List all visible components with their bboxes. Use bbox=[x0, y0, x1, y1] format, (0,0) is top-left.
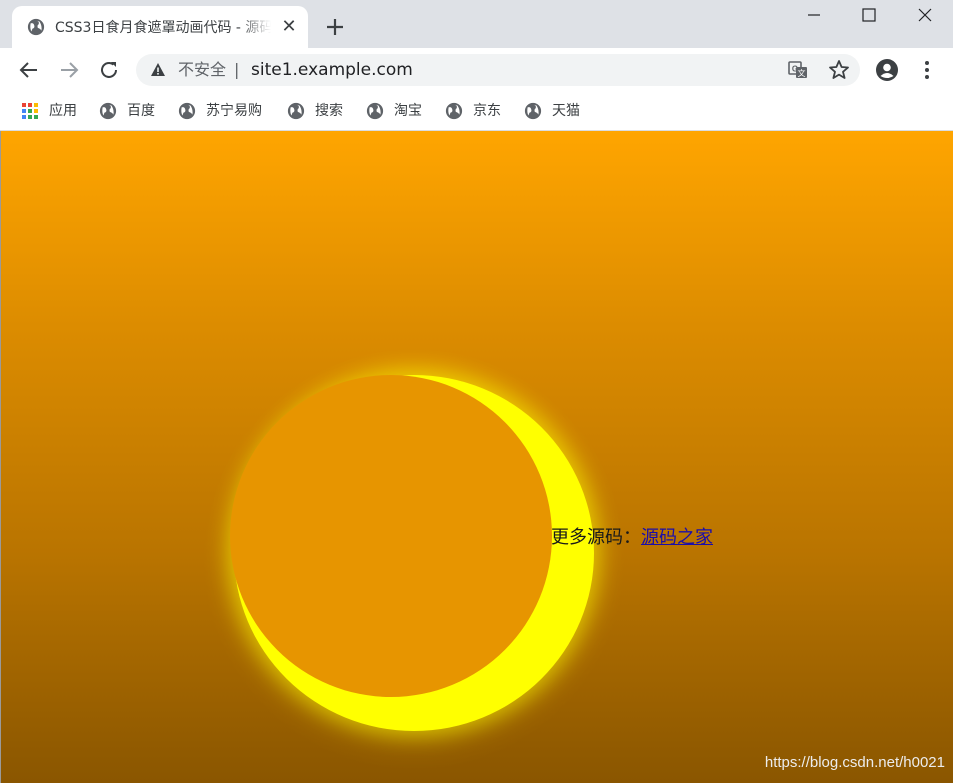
bookmark-search[interactable]: 搜索 bbox=[287, 101, 343, 121]
maximize-button[interactable] bbox=[841, 0, 897, 30]
globe-icon bbox=[27, 18, 45, 36]
bookmark-label: 应用 bbox=[49, 103, 77, 119]
bookmark-label: 淘宝 bbox=[394, 103, 422, 119]
bookmark-star-button[interactable] bbox=[827, 58, 851, 82]
warning-icon[interactable] bbox=[150, 62, 166, 78]
globe-icon bbox=[178, 102, 196, 120]
tab-close-button[interactable]: ✕ bbox=[279, 17, 299, 37]
globe-icon bbox=[524, 102, 542, 120]
tab-strip: CSS3日食月食遮罩动画代码 - 源码之家 ✕ bbox=[0, 0, 953, 48]
bookmark-jd[interactable]: 京东 bbox=[445, 101, 501, 121]
bookmark-tmall[interactable]: 天猫 bbox=[524, 101, 580, 121]
security-status-label[interactable]: 不安全 bbox=[178, 59, 226, 81]
bookmark-label: 京东 bbox=[473, 103, 501, 119]
tab-title: CSS3日食月食遮罩动画代码 - 源码之家 bbox=[55, 20, 271, 36]
globe-icon bbox=[445, 102, 463, 120]
browser-window: CSS3日食月食遮罩动画代码 - 源码之家 ✕ bbox=[0, 0, 953, 783]
translate-icon[interactable]: G 文 bbox=[787, 59, 809, 81]
page-viewport: 更多源码：源码之家 https://blog.csdn.net/h0021 bbox=[0, 131, 953, 783]
globe-icon bbox=[287, 102, 305, 120]
bookmarks-bar: 应用 百度 苏宁易购 搜索 淘宝 京东 天猫 bbox=[0, 92, 953, 131]
more-source-prefix: 更多源码： bbox=[551, 527, 641, 548]
watermark: https://blog.csdn.net/h0021 bbox=[764, 754, 945, 771]
globe-icon bbox=[366, 102, 384, 120]
reload-button[interactable] bbox=[97, 58, 121, 82]
moon bbox=[230, 375, 552, 697]
omnibox-separator: | bbox=[234, 60, 240, 79]
svg-text:文: 文 bbox=[798, 68, 806, 78]
back-button[interactable] bbox=[17, 58, 41, 82]
bookmark-taobao[interactable]: 淘宝 bbox=[366, 101, 422, 121]
bookmark-label: 百度 bbox=[127, 103, 155, 119]
more-vert-icon[interactable] bbox=[915, 58, 939, 82]
apps-grid-icon bbox=[22, 103, 38, 119]
more-source-text: 更多源码：源码之家 bbox=[551, 526, 713, 550]
minimize-button[interactable] bbox=[786, 0, 842, 30]
address-bar[interactable]: 不安全 | site1.example.com G 文 bbox=[136, 54, 860, 86]
bookmark-suning[interactable]: 苏宁易购 bbox=[178, 101, 262, 121]
window-close-button[interactable] bbox=[897, 0, 953, 30]
bookmark-label: 天猫 bbox=[552, 103, 580, 119]
bookmark-apps[interactable]: 应用 bbox=[21, 101, 77, 121]
more-source-link[interactable]: 源码之家 bbox=[641, 527, 713, 548]
globe-icon bbox=[99, 102, 117, 120]
bookmark-label: 苏宁易购 bbox=[206, 103, 262, 119]
active-tab[interactable]: CSS3日食月食遮罩动画代码 - 源码之家 ✕ bbox=[12, 6, 308, 48]
bookmark-baidu[interactable]: 百度 bbox=[99, 101, 155, 121]
profile-button[interactable] bbox=[875, 58, 899, 82]
forward-button[interactable] bbox=[57, 58, 81, 82]
bookmark-label: 搜索 bbox=[315, 103, 343, 119]
browser-toolbar: 不安全 | site1.example.com G 文 bbox=[0, 48, 953, 92]
url-text[interactable]: site1.example.com bbox=[251, 59, 413, 81]
new-tab-button[interactable] bbox=[322, 14, 348, 40]
